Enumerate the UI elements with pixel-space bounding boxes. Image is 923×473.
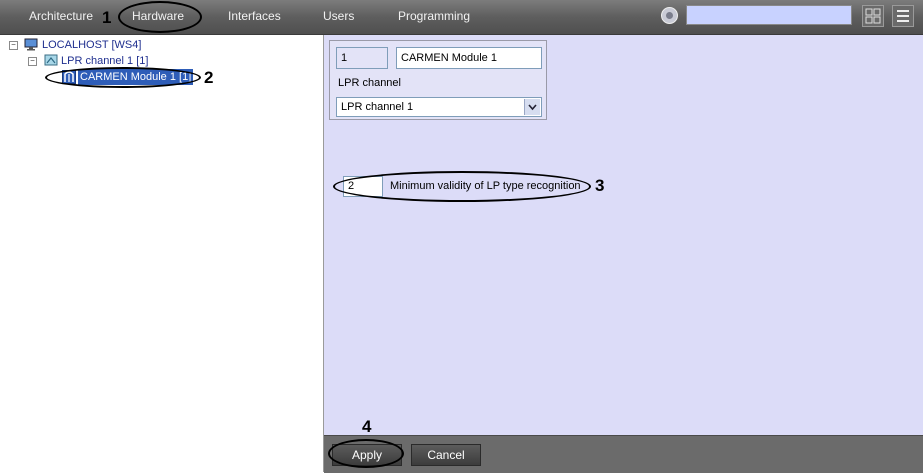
callout-number-2: 2 [204, 68, 214, 87]
layout-grid-icon[interactable] [862, 5, 884, 27]
callout-number-4: 4 [362, 417, 372, 436]
tree-label-lpr-channel: LPR channel 1 [1] [61, 55, 149, 67]
object-id-field[interactable]: 1 [336, 47, 388, 69]
lpr-channel-label: LPR channel [338, 77, 401, 89]
callout-number-1: 1 [102, 8, 112, 27]
object-name-field[interactable]: CARMEN Module 1 [396, 47, 542, 69]
tab-hardware[interactable]: Hardware [121, 0, 195, 34]
lpr-channel-selected-value: LPR channel 1 [341, 101, 414, 113]
module-properties-group: 1 CARMEN Module 1 LPR channel LPR channe… [329, 40, 547, 120]
min-validity-label: Minimum validity of LP type recognition [390, 180, 581, 192]
action-bar: Apply Cancel [324, 435, 923, 473]
tab-users[interactable]: Users [323, 0, 354, 34]
settings-panel: 1 CARMEN Module 1 LPR channel LPR channe… [324, 35, 923, 435]
chevron-down-icon[interactable] [524, 99, 540, 115]
tree-item-localhost[interactable]: − LOCALHOST [WS4] [0, 37, 300, 53]
module-icon [62, 70, 76, 89]
hardware-tree: − LOCALHOST [WS4] − LPR channel 1 [1] CA… [0, 35, 324, 472]
collapse-icon[interactable]: − [28, 57, 37, 66]
lpr-channel-select[interactable]: LPR channel 1 [336, 97, 542, 117]
min-validity-field[interactable]: 2 [343, 176, 383, 197]
cancel-button[interactable]: Cancel [411, 444, 481, 466]
tab-interfaces[interactable]: Interfaces [228, 0, 281, 34]
tab-programming[interactable]: Programming [398, 0, 470, 34]
tree-item-lpr-channel[interactable]: − LPR channel 1 [1] [0, 53, 300, 69]
tab-architecture[interactable]: Architecture [29, 0, 93, 34]
apply-button[interactable]: Apply [332, 444, 402, 466]
gear-icon[interactable] [660, 6, 679, 25]
top-navigation-bar: Architecture Hardware Interfaces Users P… [0, 0, 923, 35]
tree-label-localhost: LOCALHOST [WS4] [42, 39, 142, 51]
menu-icon[interactable] [892, 5, 914, 27]
search-input[interactable] [686, 5, 852, 25]
callout-number-3: 3 [595, 176, 605, 195]
collapse-icon[interactable]: − [9, 41, 18, 50]
tree-label-carmen-module: CARMEN Module 1 [1] [78, 69, 194, 85]
tree-item-carmen-module[interactable]: CARMEN Module 1 [1] [0, 69, 300, 85]
